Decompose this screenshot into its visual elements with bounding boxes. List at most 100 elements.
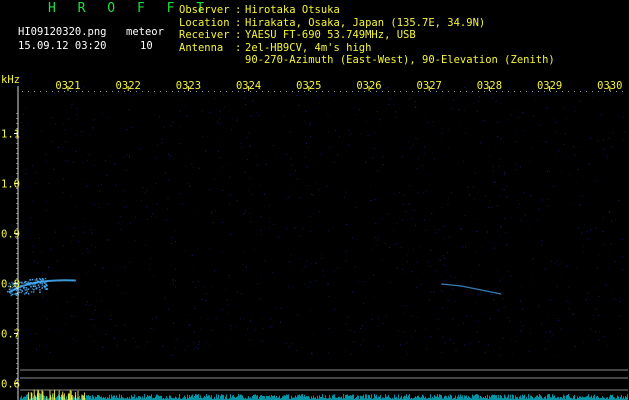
noise-dot	[132, 337, 134, 339]
noise-dot	[264, 193, 266, 195]
noise-dot	[418, 157, 420, 159]
noise-dot	[556, 121, 558, 123]
audio-peak	[46, 396, 48, 400]
noise-dot	[389, 247, 391, 248]
noise-dot	[503, 189, 505, 191]
noise-dot	[416, 261, 418, 263]
audio-bar	[238, 394, 239, 400]
audio-bar	[161, 395, 162, 400]
meteor-echo-dot	[36, 278, 38, 280]
noise-dot	[498, 309, 499, 311]
x-minor-tick	[508, 91, 509, 92]
noise-dot	[619, 315, 621, 317]
noise-dot	[598, 296, 600, 298]
noise-dot	[415, 330, 417, 332]
noise-dot	[606, 155, 608, 157]
noise-dot	[45, 209, 47, 211]
noise-dot	[411, 271, 413, 273]
noise-dot	[430, 336, 432, 338]
audio-peak	[34, 396, 36, 400]
noise-dot	[52, 141, 54, 143]
audio-bar	[623, 396, 624, 400]
noise-dot	[21, 226, 23, 228]
noise-dot	[495, 100, 497, 102]
noise-dot	[366, 340, 368, 342]
noise-dot	[168, 179, 170, 181]
noise-dot	[147, 218, 149, 220]
noise-dot	[333, 94, 335, 96]
noise-dot	[92, 127, 94, 129]
noise-dot	[304, 283, 306, 285]
noise-dot	[312, 353, 313, 354]
noise-dot	[504, 172, 505, 174]
noise-dot	[499, 235, 501, 237]
noise-dot	[514, 110, 516, 112]
noise-dot	[221, 166, 223, 168]
noise-dot	[151, 258, 153, 260]
noise-dot	[258, 184, 260, 186]
noise-dot	[333, 99, 335, 101]
meteor-echo-dot	[25, 287, 28, 289]
noise-dot	[358, 109, 360, 111]
noise-dot	[32, 200, 34, 202]
audio-bar	[349, 395, 350, 400]
noise-dot	[504, 217, 506, 219]
noise-dot	[197, 281, 199, 283]
noise-dot	[146, 341, 148, 343]
audio-bar	[319, 395, 320, 400]
audio-bar	[218, 394, 219, 400]
noise-dot	[606, 157, 608, 159]
noise-dot	[135, 341, 137, 343]
audio-peak	[54, 390, 56, 400]
noise-dot	[465, 315, 467, 317]
noise-dot	[504, 174, 505, 176]
audio-bar	[264, 396, 265, 400]
noise-dot	[583, 341, 584, 343]
noise-dot	[372, 157, 374, 159]
audio-bar	[563, 394, 564, 400]
noise-dot	[492, 242, 494, 244]
noise-dot	[613, 298, 615, 300]
audio-bar	[627, 394, 628, 400]
meteor-echo-dot	[42, 278, 44, 280]
audio-bar	[260, 395, 261, 400]
noise-dot	[388, 103, 390, 105]
noise-dot	[170, 125, 172, 127]
noise-dot	[579, 89, 581, 91]
noise-dot	[247, 189, 249, 191]
noise-dot	[585, 299, 587, 301]
noise-dot	[574, 106, 576, 108]
noise-dot	[296, 95, 298, 96]
noise-dot	[331, 97, 333, 99]
x-minor-tick	[310, 91, 311, 92]
audio-peak	[33, 389, 35, 400]
audio-bar	[159, 396, 160, 400]
audio-bar	[262, 395, 263, 400]
noise-dot	[497, 270, 499, 271]
noise-dot	[215, 98, 217, 100]
audio-bar	[485, 395, 486, 400]
noise-dot	[369, 185, 371, 187]
noise-dot	[438, 328, 440, 329]
audio-bar	[121, 394, 122, 400]
noise-dot	[408, 203, 410, 205]
noise-dot	[590, 137, 592, 139]
noise-dot	[441, 351, 443, 353]
noise-dot	[543, 94, 545, 96]
x-minor-tick	[616, 91, 617, 92]
noise-dot	[73, 227, 75, 229]
noise-dot	[617, 115, 619, 117]
noise-dot	[482, 119, 484, 121]
noise-dot	[622, 269, 624, 271]
audio-bar	[189, 395, 190, 400]
meteor-echo-dot	[34, 283, 36, 285]
audio-bar	[554, 395, 555, 400]
noise-dot	[496, 205, 498, 207]
noise-dot	[82, 226, 84, 228]
audio-bar	[191, 395, 192, 400]
noise-dot	[541, 240, 543, 242]
meteor-echo-dot	[32, 283, 34, 286]
audio-bar	[196, 394, 197, 400]
audio-bar	[279, 395, 280, 400]
noise-dot	[222, 94, 224, 96]
